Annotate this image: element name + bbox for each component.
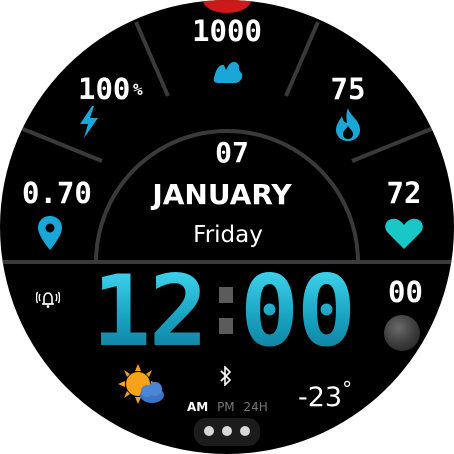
heart-icon xyxy=(385,218,423,249)
moon-phase-icon xyxy=(384,315,420,351)
time-colon-bottom xyxy=(219,318,233,334)
calories-complication[interactable]: 75 xyxy=(318,68,378,146)
steps-value: 1000 xyxy=(192,14,262,48)
time-format-am: AM xyxy=(187,400,209,414)
divider-right-upper xyxy=(284,21,320,97)
distance-value: 0.70 xyxy=(22,176,92,210)
pager-dot xyxy=(240,426,250,436)
pager-dot xyxy=(222,426,232,436)
battery-unit: % xyxy=(133,80,143,99)
time-format-pm: PM xyxy=(217,400,235,414)
bluetooth-icon xyxy=(220,366,232,386)
time-colon-top xyxy=(219,287,233,303)
time-format-24h: 24H xyxy=(243,400,268,414)
top-red-indicator xyxy=(203,0,251,13)
time-minutes: 00 xyxy=(240,255,356,369)
battery-value: 100 xyxy=(78,72,131,106)
time-seconds: 00 xyxy=(388,275,423,309)
calories-value: 75 xyxy=(330,72,366,106)
temperature-unit: ° xyxy=(342,377,353,401)
date-day: 07 xyxy=(215,136,249,169)
more-dots-icon[interactable] xyxy=(194,418,260,446)
date-month: JANUARY xyxy=(152,178,292,211)
heart-rate-value: 72 xyxy=(386,176,422,210)
time-hours: 12 xyxy=(92,255,208,369)
running-shoe-icon xyxy=(213,62,243,83)
steps-complication[interactable]: 1000 xyxy=(180,14,274,92)
watch-face: 1000 100 % 75 0.70 72 07 JANUARY Friday … xyxy=(0,0,454,454)
heart-rate-complication[interactable]: 72 xyxy=(376,176,436,254)
battery-complication[interactable]: 100 % xyxy=(70,68,162,142)
sun-cloud-icon[interactable] xyxy=(114,362,168,410)
date-weekday: Friday xyxy=(193,222,263,248)
location-pin-icon xyxy=(38,216,62,250)
lightning-bolt-icon xyxy=(80,106,98,138)
distance-complication[interactable]: 0.70 xyxy=(20,176,92,254)
pager-dot xyxy=(204,426,214,436)
flame-icon xyxy=(336,108,360,141)
temperature-readout[interactable]: -23° xyxy=(298,377,352,413)
alarm-bell-icon[interactable] xyxy=(36,289,60,309)
temperature-value: -23 xyxy=(298,382,343,413)
time-format-indicator: AM PM 24H xyxy=(187,400,268,414)
